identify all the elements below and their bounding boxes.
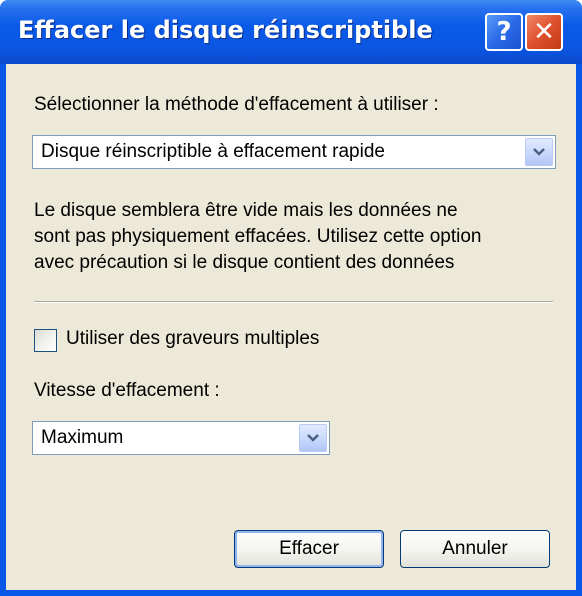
erase-speed-dropdown-button[interactable] <box>299 424 327 452</box>
dialog-body: Sélectionner la méthode d'effacement à u… <box>6 64 576 590</box>
erase-speed-select[interactable]: Maximum <box>32 421 330 455</box>
method-label: Sélectionner la méthode d'effacement à u… <box>34 94 439 115</box>
chevron-down-icon <box>307 434 319 442</box>
erase-method-dropdown-button[interactable] <box>525 138 553 166</box>
chevron-down-icon <box>533 148 545 156</box>
dialog-window: Effacer le disque réinscriptible ? ✕ Sél… <box>0 0 582 596</box>
erase-method-select[interactable]: Disque réinscriptible à effacement rapid… <box>32 135 556 169</box>
erase-method-value: Disque réinscriptible à effacement rapid… <box>41 141 385 162</box>
title-bar[interactable]: Effacer le disque réinscriptible ? ✕ <box>0 0 582 64</box>
close-button[interactable]: ✕ <box>525 13 563 51</box>
description-text: Le disque semblera être vide mais les do… <box>34 198 564 276</box>
erase-button[interactable]: Effacer <box>234 530 384 568</box>
cancel-button[interactable]: Annuler <box>400 530 550 568</box>
multiple-burners-checkbox[interactable] <box>34 329 57 352</box>
window-title: Effacer le disque réinscriptible <box>18 16 433 44</box>
description-line: sont pas physiquement effacées. Utilisez… <box>34 226 482 247</box>
separator <box>34 301 553 303</box>
erase-speed-value: Maximum <box>41 427 124 448</box>
description-line: avec précaution si le disque contient de… <box>34 252 455 273</box>
speed-label: Vitesse d'effacement : <box>34 380 220 401</box>
multiple-burners-label[interactable]: Utiliser des graveurs multiples <box>66 328 319 350</box>
description-line: Le disque semblera être vide mais les do… <box>34 200 458 221</box>
help-button[interactable]: ? <box>485 13 523 51</box>
